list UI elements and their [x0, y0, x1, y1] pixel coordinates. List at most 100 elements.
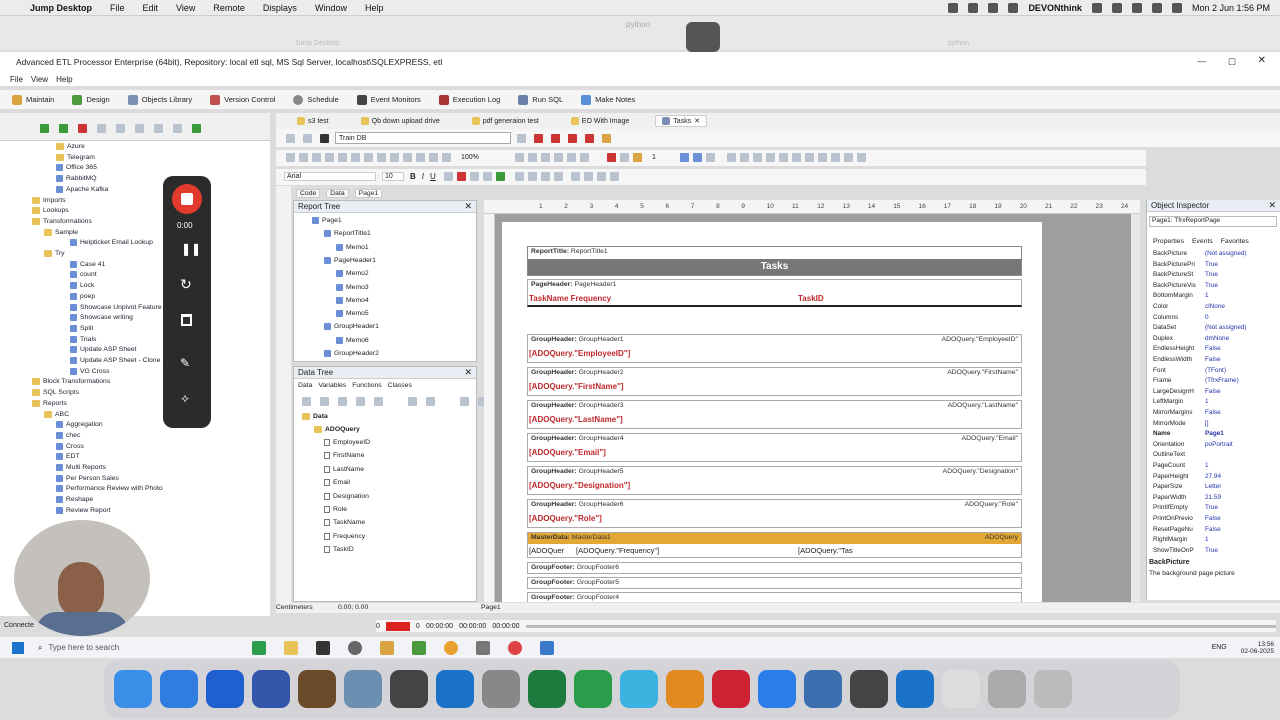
property-row[interactable]: PrintOnPrevio False	[1153, 515, 1275, 522]
grid-icon[interactable]	[585, 133, 594, 143]
app-menu[interactable]: Jump Desktop	[30, 3, 92, 13]
property-row[interactable]: LeftMargin 1	[1153, 398, 1275, 405]
group-header-band[interactable]: GroupHeader: GroupHeader6 ADOQuery."Role"…	[527, 499, 1022, 528]
pause-icon[interactable]: ❚❚	[181, 242, 201, 256]
tab-event-monitors[interactable]: Event Monitors	[356, 94, 421, 105]
jump-toolbar-icon[interactable]	[686, 22, 720, 52]
line-color-icon[interactable]	[633, 153, 642, 162]
property-row[interactable]: BackPicture (Not assigned)	[1153, 250, 1275, 257]
report-tree-item[interactable]: Memo5	[336, 310, 369, 318]
property-row[interactable]: MirrorMargins False	[1153, 409, 1275, 416]
data-tool-icon[interactable]	[338, 397, 347, 406]
status-icon[interactable]	[988, 2, 999, 13]
tab-properties[interactable]: Properties	[1153, 238, 1184, 245]
search-icon[interactable]	[1171, 2, 1182, 13]
tab-data[interactable]: Data	[298, 382, 312, 389]
dock-icon-bbedit[interactable]	[252, 670, 290, 708]
valign-icon[interactable]	[583, 172, 593, 181]
report-tree-item[interactable]: Memo4	[336, 296, 369, 304]
group-memo[interactable]: [ADOQuery."EmployeeID"]	[529, 349, 630, 358]
align-icon[interactable]	[554, 153, 563, 162]
tab-events[interactable]: Events	[1192, 238, 1213, 245]
close-tab-icon[interactable]: ✕	[694, 117, 700, 125]
layout-icon[interactable]	[805, 153, 814, 162]
tree-item[interactable]: Case 41	[70, 260, 105, 268]
taskbar-app-icon[interactable]	[348, 640, 363, 655]
align-icon[interactable]	[567, 153, 576, 162]
run-icon[interactable]	[517, 133, 526, 143]
format-icon[interactable]	[469, 172, 479, 181]
group-header-band[interactable]: GroupHeader: GroupHeader4 ADOQuery."Email…	[527, 433, 1022, 462]
dock-icon-network[interactable]	[804, 670, 842, 708]
delete-icon[interactable]	[78, 124, 87, 133]
dock-icon-broom[interactable]	[298, 670, 336, 708]
clock[interactable]: Mon 2 Jun 1:56 PM	[1192, 3, 1270, 13]
underline-button[interactable]: U	[430, 172, 436, 181]
tree-item[interactable]: Transformations	[32, 217, 92, 225]
font-size-select[interactable]: 10	[382, 172, 404, 181]
rotate-icon[interactable]	[609, 172, 619, 181]
dock-icon-mail[interactable]	[758, 670, 796, 708]
property-row[interactable]: Columns 0	[1153, 314, 1275, 321]
dock-icon-game[interactable]	[712, 670, 750, 708]
new-report-icon[interactable]	[286, 153, 295, 162]
taskbar-app-icon[interactable]	[412, 640, 427, 655]
tab-favorites[interactable]: Favorites	[1221, 238, 1249, 245]
tree-item[interactable]: chec	[56, 431, 80, 439]
tree-item[interactable]: Block Transformations	[32, 378, 110, 386]
fill-color-icon[interactable]	[607, 153, 616, 162]
group-header-band[interactable]: GroupHeader: GroupHeader2 ADOQuery."First…	[527, 367, 1022, 396]
menu-help[interactable]: Help	[365, 3, 384, 13]
bold-button[interactable]: B	[410, 172, 416, 181]
dock-icon-trash[interactable]	[1034, 670, 1072, 708]
devonthink-menu[interactable]: DEVONthink	[1028, 3, 1082, 13]
paste-icon[interactable]	[390, 153, 399, 162]
tree-item[interactable]: Azure	[56, 143, 85, 150]
vertical-scrollbar[interactable]	[1131, 214, 1140, 602]
property-row[interactable]: EndlessHeight False	[1153, 345, 1275, 352]
tab-classes[interactable]: Classes	[388, 382, 412, 389]
report-tree-item[interactable]: Memo1	[336, 243, 369, 251]
dock-icon-books[interactable]	[666, 670, 704, 708]
tab-objects-library[interactable]: Objects Library	[127, 94, 192, 105]
tree-item[interactable]: Sample	[44, 228, 78, 236]
data-field[interactable]: Role	[324, 506, 347, 513]
tree-item[interactable]: Split	[70, 324, 93, 332]
tree-item[interactable]: Telegram	[56, 153, 95, 161]
tree-item[interactable]: Update ASP Sheet - Clone	[70, 357, 160, 364]
stop-button[interactable]	[172, 184, 202, 214]
font-select[interactable]: Arial	[284, 172, 376, 181]
data-tool-icon[interactable]	[460, 397, 469, 406]
memo-cell[interactable]: [ADOQuery."Frequency"]	[576, 546, 659, 555]
data-tool-icon[interactable]	[408, 397, 417, 406]
tree-item[interactable]: count	[70, 271, 97, 279]
header-right-memo[interactable]: TaskID	[798, 294, 824, 303]
property-row[interactable]: EndlessWidth False	[1153, 356, 1275, 363]
tree-item[interactable]: Lock	[70, 282, 94, 290]
align-icon[interactable]	[515, 153, 524, 162]
dock-icon-outlook[interactable]	[436, 670, 474, 708]
tree-item[interactable]: Lookups	[32, 207, 69, 215]
layout-icon[interactable]	[818, 153, 827, 162]
taskbar-app-icon[interactable]	[476, 640, 491, 655]
tab-run-sql[interactable]: Run SQL	[518, 94, 563, 105]
tab-schedule[interactable]: Schedule	[293, 94, 339, 105]
grid-icon[interactable]	[568, 133, 577, 143]
tree-item[interactable]: Apache Kafka	[56, 185, 108, 193]
align-left-icon[interactable]	[514, 172, 524, 181]
report-title-band[interactable]: ReportTitle: ReportTitle1 Tasks	[527, 246, 1022, 276]
layout-icon[interactable]	[792, 153, 801, 162]
link-icon[interactable]	[154, 124, 163, 133]
data-tool-icon[interactable]	[302, 397, 311, 406]
tab-data[interactable]: Data	[326, 188, 349, 198]
property-row[interactable]: Frame (TfrxFrame)	[1153, 377, 1275, 384]
tab-version-control[interactable]: Version Control	[210, 94, 275, 105]
tab-code[interactable]: Code	[296, 188, 321, 198]
cut-icon[interactable]	[97, 124, 106, 133]
cut-icon[interactable]	[364, 153, 373, 162]
report-tree-item[interactable]: Memo2	[336, 270, 369, 278]
tree-item[interactable]: VG Cross	[70, 367, 109, 375]
status-icon[interactable]	[1131, 2, 1142, 13]
tree-item[interactable]: SQL Scripts	[32, 389, 79, 397]
taskbar-clock[interactable]: 13:56 02-06-2025	[1241, 641, 1274, 655]
